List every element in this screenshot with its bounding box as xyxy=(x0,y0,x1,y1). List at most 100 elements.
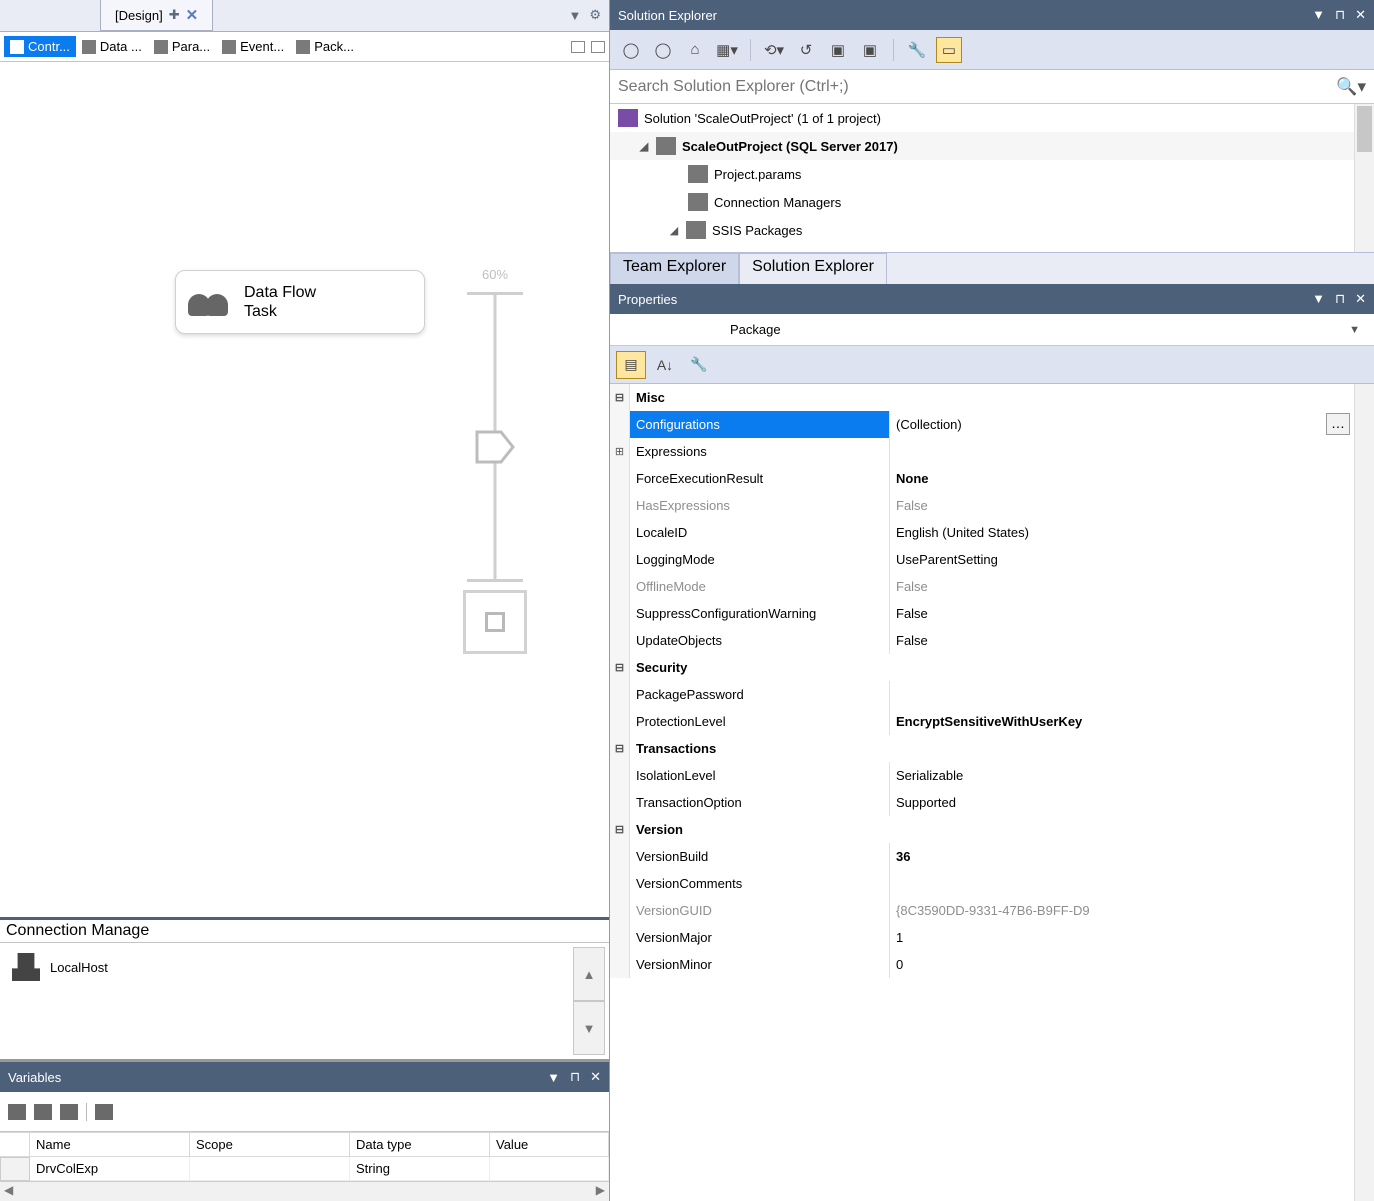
collapse-icon[interactable]: ▣ xyxy=(825,37,851,63)
var-name[interactable]: DrvColExp xyxy=(30,1157,190,1181)
property-value[interactable]: False xyxy=(890,600,1374,627)
solution-node[interactable]: Solution 'ScaleOutProject' (1 of 1 proje… xyxy=(610,104,1374,132)
property-row[interactable]: VersionBuild36 xyxy=(610,843,1374,870)
col-datatype[interactable]: Data type xyxy=(350,1132,490,1157)
history-icon[interactable]: ⟲▾ xyxy=(761,37,787,63)
property-value[interactable]: English (United States) xyxy=(890,519,1374,546)
layout-icon[interactable] xyxy=(591,41,605,53)
property-row[interactable]: Configurations(Collection)… xyxy=(610,411,1374,438)
scroll-down-button[interactable]: ▼ xyxy=(573,1001,605,1055)
tab-package-explorer[interactable]: Pack... xyxy=(290,36,360,57)
zoom-slider-thumb[interactable] xyxy=(475,430,515,464)
move-variable-icon[interactable] xyxy=(34,1104,52,1120)
category-row[interactable]: ⊟Transactions xyxy=(610,735,1374,762)
expand-icon[interactable]: ⊞ xyxy=(610,438,630,465)
property-row[interactable]: VersionMinor0 xyxy=(610,951,1374,978)
col-value[interactable]: Value xyxy=(490,1132,609,1157)
row-header[interactable] xyxy=(0,1157,30,1181)
delete-variable-icon[interactable] xyxy=(60,1104,78,1120)
tree-node[interactable]: Connection Managers xyxy=(610,188,1374,216)
pin-icon[interactable]: ⊓ xyxy=(570,1069,580,1085)
property-value[interactable]: UseParentSetting xyxy=(890,546,1374,573)
project-node[interactable]: ◢ScaleOutProject (SQL Server 2017) xyxy=(610,132,1374,160)
property-row[interactable]: ForceExecutionResultNone xyxy=(610,465,1374,492)
data-flow-task-box[interactable]: Data Flow Task xyxy=(175,270,425,334)
panel-dropdown-icon[interactable]: ▼ xyxy=(547,1070,560,1085)
tab-event-handlers[interactable]: Event... xyxy=(216,36,290,57)
solution-explorer-search[interactable]: 🔍▾ xyxy=(610,70,1374,104)
search-input[interactable] xyxy=(618,78,1336,96)
pin-icon[interactable]: ⊓ xyxy=(1335,7,1345,23)
variables-hscrollbar[interactable] xyxy=(0,1181,609,1201)
close-icon[interactable]: ✕ xyxy=(590,1069,601,1085)
property-row[interactable]: LoggingModeUseParentSetting xyxy=(610,546,1374,573)
gear-icon[interactable]: ⚙ xyxy=(589,7,601,23)
scroll-up-button[interactable]: ▲ xyxy=(573,947,605,1001)
property-row[interactable]: PackagePassword xyxy=(610,681,1374,708)
tab-solution-explorer[interactable]: Solution Explorer xyxy=(739,253,887,284)
var-scope[interactable] xyxy=(190,1157,350,1181)
show-all-icon[interactable]: ▣ xyxy=(857,37,883,63)
property-row[interactable]: HasExpressionsFalse xyxy=(610,492,1374,519)
chevron-down-icon[interactable]: ◢ xyxy=(638,140,650,153)
property-value[interactable]: EncryptSensitiveWithUserKey xyxy=(890,708,1374,735)
collapse-icon[interactable]: ⊟ xyxy=(610,816,630,843)
tree-node[interactable]: Project.params xyxy=(610,160,1374,188)
design-surface[interactable]: Data Flow Task 60% xyxy=(0,62,609,917)
collapse-icon[interactable]: ⊟ xyxy=(610,384,630,411)
tab-dropdown-icon[interactable]: ▼ xyxy=(568,8,581,23)
property-value[interactable] xyxy=(890,681,1374,708)
property-row[interactable]: ⊞Expressions xyxy=(610,438,1374,465)
add-variable-icon[interactable] xyxy=(8,1104,26,1120)
property-value[interactable]: Serializable xyxy=(890,762,1374,789)
search-icon[interactable]: 🔍▾ xyxy=(1336,77,1366,97)
document-tab-design[interactable]: [Design] ✚ ✕ xyxy=(100,0,213,31)
close-icon[interactable]: ✕ xyxy=(1355,291,1366,307)
property-value[interactable]: False xyxy=(890,573,1374,600)
pin-icon[interactable]: ✚ xyxy=(169,7,180,23)
col-scope[interactable]: Scope xyxy=(190,1132,350,1157)
alphabetical-icon[interactable]: A↓ xyxy=(650,351,680,379)
property-value[interactable]: None xyxy=(890,465,1374,492)
tab-parameters[interactable]: Para... xyxy=(148,36,216,57)
category-row[interactable]: ⊟Security xyxy=(610,654,1374,681)
property-value[interactable]: {8C3590DD-9331-47B6-B9FF-D9 xyxy=(890,897,1374,924)
connection-manager-item[interactable]: LocalHost xyxy=(12,953,108,981)
var-type[interactable]: String xyxy=(350,1157,490,1181)
property-value[interactable]: 0 xyxy=(890,951,1374,978)
category-row[interactable]: ⊟Misc xyxy=(610,384,1374,411)
chevron-down-icon[interactable]: ◢ xyxy=(668,224,680,237)
property-row[interactable]: VersionMajor1 xyxy=(610,924,1374,951)
property-row[interactable]: VersionGUID{8C3590DD-9331-47B6-B9FF-D9 xyxy=(610,897,1374,924)
chevron-down-icon[interactable]: ▼ xyxy=(1349,324,1360,336)
property-value[interactable] xyxy=(890,438,1374,465)
collapse-icon[interactable]: ⊟ xyxy=(610,735,630,762)
property-row[interactable]: OfflineModeFalse xyxy=(610,573,1374,600)
property-value[interactable]: 1 xyxy=(890,924,1374,951)
layout-icon[interactable] xyxy=(571,41,585,53)
category-row[interactable]: ⊟Version xyxy=(610,816,1374,843)
col-name[interactable]: Name xyxy=(30,1132,190,1157)
property-pages-icon[interactable]: 🔧 xyxy=(684,351,714,379)
zoom-slider-track[interactable] xyxy=(467,292,523,582)
property-value[interactable]: 36 xyxy=(890,843,1374,870)
close-icon[interactable]: ✕ xyxy=(1355,7,1366,23)
tree-node[interactable]: ◢SSIS Packages xyxy=(610,216,1374,244)
close-icon[interactable]: ✕ xyxy=(186,6,199,24)
home-icon[interactable]: ⌂ xyxy=(682,37,708,63)
property-value[interactable]: False xyxy=(890,492,1374,519)
tree-scrollbar[interactable] xyxy=(1354,104,1374,252)
tab-data-flow[interactable]: Data ... xyxy=(76,36,148,57)
categorized-icon[interactable]: ▤ xyxy=(616,351,646,379)
property-value[interactable]: False xyxy=(890,627,1374,654)
property-row[interactable]: UpdateObjectsFalse xyxy=(610,627,1374,654)
properties-scrollbar[interactable] xyxy=(1354,384,1374,1201)
property-row[interactable]: SuppressConfigurationWarningFalse xyxy=(610,600,1374,627)
property-value[interactable] xyxy=(890,870,1374,897)
property-row[interactable]: TransactionOptionSupported xyxy=(610,789,1374,816)
preview-icon[interactable]: ▭ xyxy=(936,37,962,63)
back-icon[interactable]: ◯ xyxy=(618,37,644,63)
panel-dropdown-icon[interactable]: ▼ xyxy=(1312,7,1325,23)
properties-object-selector[interactable]: Package ▼ xyxy=(610,314,1374,346)
property-value[interactable]: (Collection)… xyxy=(890,411,1374,438)
